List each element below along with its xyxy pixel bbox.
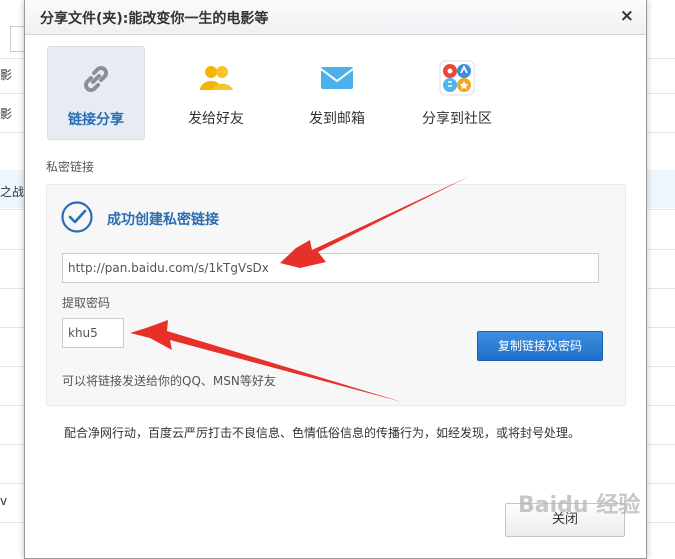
tab-send-mail[interactable]: 发到邮箱 xyxy=(289,46,385,138)
tab-share-community[interactable]: 分享到社区 xyxy=(409,46,505,138)
policy-notice: 配合净网行动，百度云严厉打击不良信息、色情低俗信息的传播行为，如经发现，或将封号… xyxy=(64,426,581,440)
share-dialog: 分享文件(夹):能改变你一生的电影等 × 链接分享 发给好友 发到邮箱 分享到社… xyxy=(24,0,647,559)
tab-send-friends[interactable]: 发给好友 xyxy=(168,46,264,138)
share-hint: 可以将链接发送给你的QQ、MSN等好友 xyxy=(62,374,276,388)
private-link-panel: 成功创建私密链接 提取密码 复制链接及密码 可以将链接发送给你的QQ、MSN等好… xyxy=(46,184,626,406)
close-icon[interactable]: × xyxy=(620,6,634,26)
extract-code-field[interactable] xyxy=(62,318,124,348)
friends-icon xyxy=(200,66,233,90)
section-label: 私密链接 xyxy=(46,160,95,174)
tab-link-share[interactable]: 链接分享 xyxy=(47,46,145,140)
copy-link-and-code-button[interactable]: 复制链接及密码 xyxy=(477,331,603,361)
tab-label: 链接分享 xyxy=(68,112,124,128)
share-link-field[interactable] xyxy=(62,253,599,283)
background-row-label: 影 xyxy=(0,68,13,82)
tab-label: 发给好友 xyxy=(188,111,244,127)
watermark-logo: Baidu 经验 xyxy=(518,493,641,518)
check-circle-icon xyxy=(61,201,93,233)
success-message: 成功创建私密链接 xyxy=(107,212,219,228)
background-row-label: v xyxy=(0,494,8,508)
tab-label: 分享到社区 xyxy=(422,111,492,127)
extract-code-label: 提取密码 xyxy=(62,296,111,310)
dialog-header: 分享文件(夹):能改变你一生的电影等 × xyxy=(25,0,646,35)
link-icon xyxy=(84,66,108,92)
mail-icon xyxy=(320,67,354,89)
tab-label: 发到邮箱 xyxy=(309,111,365,127)
dialog-title: 分享文件(夹):能改变你一生的电影等 xyxy=(40,11,269,27)
background-row-label: 影 xyxy=(0,107,13,121)
background-row-label: 之战 xyxy=(0,185,25,199)
community-icon xyxy=(439,60,475,96)
